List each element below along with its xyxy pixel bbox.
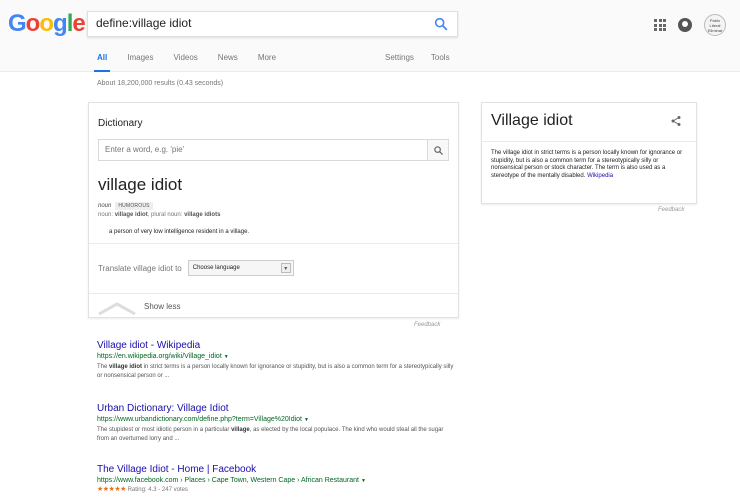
- tab-all[interactable]: All: [93, 53, 111, 72]
- result-url-text[interactable]: https://www.facebook.com › Places › Cape…: [97, 477, 359, 484]
- language-select-value: Choose language: [192, 265, 240, 271]
- result-stats: About 18,200,000 results (0.43 seconds): [97, 80, 224, 87]
- result-title-link[interactable]: The Village Idiot - Home | Facebook: [97, 464, 457, 476]
- dictionary-word: village idiot: [98, 175, 183, 194]
- google-logo[interactable]: Google: [8, 10, 86, 38]
- result-url: https://en.wikipedia.org/wiki/Village_id…: [97, 352, 457, 362]
- caret-down-icon[interactable]: ▼: [304, 417, 309, 423]
- part-of-speech: noun HUMOROUS: [98, 202, 153, 210]
- tab-tools[interactable]: Tools: [431, 53, 450, 62]
- avatar[interactable]: Pablo Literal Eliminat: [704, 14, 726, 36]
- knowledge-panel: Village idiot The village idiot in stric…: [481, 102, 697, 204]
- tab-more[interactable]: More: [258, 53, 276, 72]
- dictionary-card: Dictionary village idiot noun HUMOROUS n…: [88, 102, 459, 318]
- dictionary-search-box[interactable]: [98, 139, 428, 161]
- search-result: The Village Idiot - Home | Facebook http…: [97, 464, 457, 494]
- star-rating-icon: ★★★★★: [97, 486, 126, 493]
- tab-news[interactable]: News: [218, 53, 238, 72]
- dictionary-search-input[interactable]: [105, 145, 405, 154]
- pos-label: noun: [98, 203, 112, 209]
- tab-settings[interactable]: Settings: [385, 53, 414, 62]
- avatar-label: Pablo Literal Eliminat: [707, 17, 723, 33]
- knowledge-panel-feedback-link[interactable]: Feedback: [658, 207, 684, 213]
- show-less-button[interactable]: Show less: [144, 302, 180, 311]
- rating-text: Rating: 4.3 - 247 votes: [127, 487, 188, 493]
- result-rating: ★★★★★ Rating: 4.3 - 247 votes: [97, 486, 457, 494]
- search-icon: [433, 145, 443, 155]
- form-singular: village idiot: [114, 212, 148, 218]
- apps-grid-icon[interactable]: [654, 19, 666, 31]
- share-icon[interactable]: [670, 115, 682, 127]
- result-url: https://www.urbandictionary.com/define.p…: [97, 415, 457, 425]
- search-icon[interactable]: [433, 16, 449, 32]
- logo-letter: o: [25, 10, 41, 37]
- search-input[interactable]: [96, 16, 416, 30]
- tab-videos[interactable]: Videos: [173, 53, 197, 72]
- dictionary-feedback-link[interactable]: Feedback: [414, 322, 440, 328]
- divider: [482, 141, 696, 142]
- usage-badge: HUMOROUS: [115, 202, 153, 210]
- snippet-text: in strict terms is a person locally know…: [97, 364, 454, 379]
- search-box[interactable]: [87, 11, 458, 37]
- result-snippet: The village idiot in strict terms is a p…: [97, 363, 457, 381]
- definition: a person of very low intelligence reside…: [109, 229, 250, 235]
- logo-letter: g: [53, 10, 68, 37]
- dictionary-title: Dictionary: [98, 118, 143, 129]
- result-title-link[interactable]: Village idiot - Wikipedia: [97, 340, 457, 352]
- knowledge-panel-title: Village idiot: [491, 112, 573, 129]
- knowledge-panel-description: The village idiot in strict terms is a p…: [491, 150, 691, 180]
- forms-separator: , plural noun:: [147, 212, 183, 218]
- result-url-text[interactable]: https://www.urbandictionary.com/define.p…: [97, 416, 302, 423]
- form-plural: village idiots: [184, 212, 221, 218]
- chevron-down-icon: ▾: [280, 263, 291, 273]
- wikipedia-link[interactable]: Wikipedia: [587, 173, 613, 179]
- language-select[interactable]: Choose language ▾: [187, 260, 294, 276]
- snippet-bold: village: [231, 427, 250, 433]
- search-result: Village idiot - Wikipedia https://en.wik…: [97, 340, 457, 381]
- logo-letter: G: [8, 10, 27, 37]
- result-title-link[interactable]: Urban Dictionary: Village Idiot: [97, 403, 457, 415]
- result-snippet: The stupidest or most idiotic person in …: [97, 426, 457, 444]
- snippet-bold: village idiot: [109, 364, 143, 370]
- logo-letter: e: [72, 10, 85, 37]
- search-result: Urban Dictionary: Village Idiot https://…: [97, 403, 457, 444]
- translate-label: Translate village idiot to: [98, 263, 182, 273]
- search-tabs: All Images Videos News More: [93, 53, 296, 72]
- notifications-icon[interactable]: [678, 18, 692, 32]
- logo-letter: o: [39, 10, 54, 37]
- search-tools: Settings Tools: [385, 53, 467, 62]
- snippet-text: The: [97, 364, 110, 370]
- tab-images[interactable]: Images: [127, 53, 153, 72]
- divider: [89, 293, 458, 294]
- forms-label: noun:: [98, 212, 114, 218]
- divider: [89, 243, 458, 244]
- result-url: https://www.facebook.com › Places › Cape…: [97, 476, 457, 486]
- word-forms: noun: village idiot, plural noun: villag…: [98, 212, 220, 218]
- translate-row: Translate village idiot to Choose langua…: [98, 260, 294, 276]
- dictionary-search-button[interactable]: [427, 139, 449, 161]
- chevron-up-icon[interactable]: [97, 301, 137, 315]
- caret-down-icon[interactable]: ▼: [224, 354, 229, 360]
- result-url-text[interactable]: https://en.wikipedia.org/wiki/Village_id…: [97, 353, 222, 360]
- caret-down-icon[interactable]: ▼: [361, 478, 366, 484]
- snippet-text: The stupidest or most idiotic person in …: [97, 427, 232, 433]
